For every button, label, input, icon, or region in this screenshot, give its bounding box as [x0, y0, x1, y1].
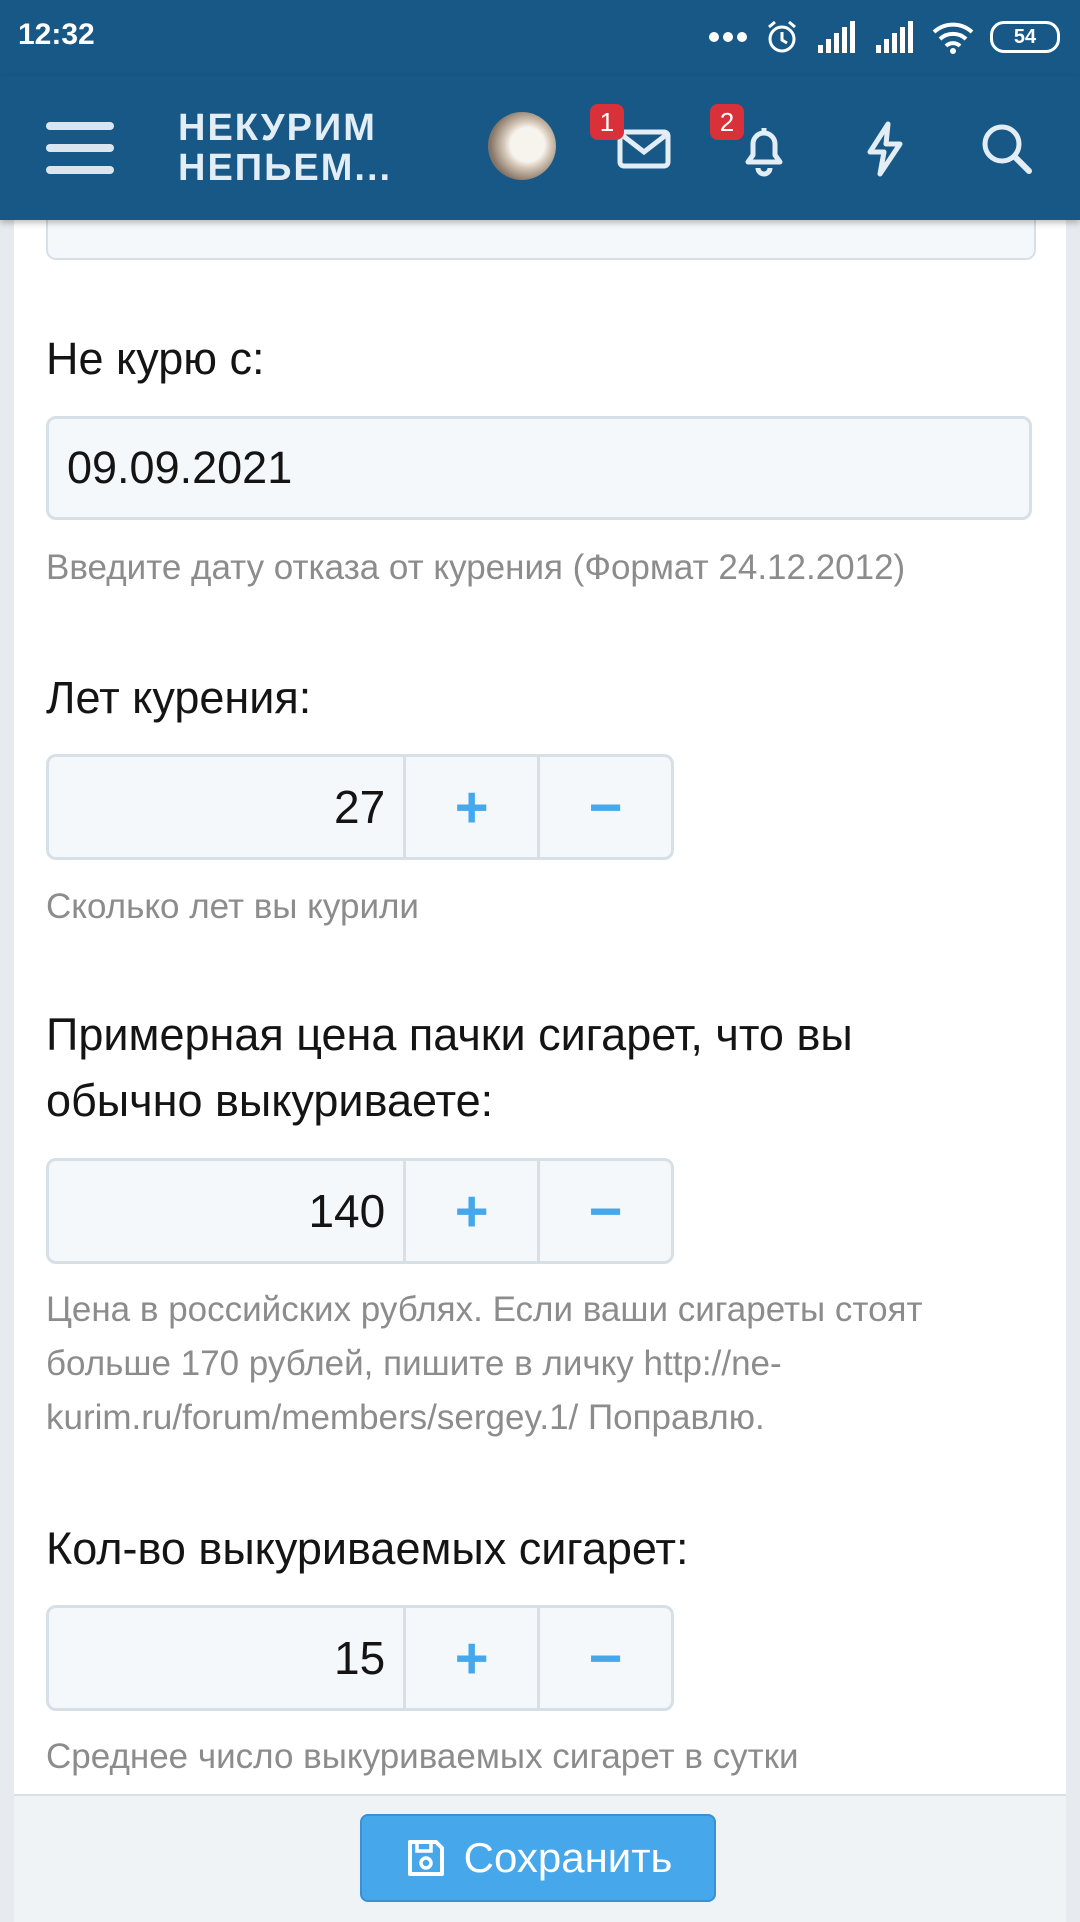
lightning-icon — [867, 121, 903, 177]
search-button[interactable] — [974, 116, 1038, 180]
years-smoking-minus-button[interactable]: − — [537, 757, 671, 857]
quit-date-label: Не курю с: — [46, 333, 265, 384]
previous-field-input[interactable] — [46, 220, 1036, 260]
wifi-icon — [932, 22, 974, 54]
whats-new-button[interactable] — [852, 116, 916, 180]
status-bar: 12:32 54 — [0, 0, 1080, 76]
quit-date-hint: Введите дату отказа от курения (Формат 2… — [46, 548, 906, 587]
app-header: НЕКУРИМ НЕПЬЕМ... 1 2 — [0, 76, 1080, 220]
years-smoking-stepper: 27 + − — [46, 754, 674, 860]
avatar[interactable] — [488, 112, 556, 180]
cigarettes-count-minus-button[interactable]: − — [537, 1608, 671, 1708]
alerts-button[interactable]: 2 — [710, 104, 796, 180]
quit-date-input[interactable]: 09.09.2021 — [46, 416, 1032, 520]
years-smoking-plus-button[interactable]: + — [406, 757, 537, 857]
logo-line-2: НЕПЬЕМ... — [178, 147, 393, 189]
battery-icon: 54 — [990, 21, 1060, 53]
cigarettes-count-input[interactable]: 15 — [49, 1608, 407, 1708]
cigarettes-count-label: Кол-во выкуриваемых сигарет: — [46, 1523, 689, 1574]
search-icon — [982, 124, 1032, 174]
save-button[interactable]: Сохранить — [360, 1814, 716, 1902]
years-smoking-label: Лет курения: — [46, 672, 312, 723]
form-footer: Сохранить — [14, 1794, 1066, 1922]
pack-price-label: Примерная цена пачки сигарет, что вы обы… — [46, 1009, 853, 1126]
profile-form: Не курю с: 09.09.2021 Введите дату отказ… — [14, 220, 1066, 1795]
messages-button[interactable]: 1 — [590, 104, 676, 180]
pack-price-stepper: 140 + − — [46, 1158, 674, 1264]
cigarettes-count-plus-button[interactable]: + — [406, 1608, 537, 1708]
status-icons: 54 — [708, 16, 1060, 58]
signal-icon — [876, 21, 913, 53]
pack-price-plus-button[interactable]: + — [406, 1161, 537, 1261]
cigarettes-count-hint: Среднее число выкуриваемых сигарет в сут… — [46, 1737, 799, 1776]
pack-price-input[interactable]: 140 — [49, 1161, 407, 1261]
alarm-icon — [768, 20, 796, 53]
years-smoking-input[interactable]: 27 — [49, 757, 407, 857]
save-button-label: Сохранить — [463, 1834, 673, 1881]
more-dots-icon — [709, 32, 747, 42]
cigarettes-count-stepper: 15 + − — [46, 1605, 674, 1711]
signal-icon — [818, 21, 855, 53]
logo-line-1: НЕКУРИМ — [178, 107, 377, 149]
pack-price-minus-button[interactable]: − — [537, 1161, 671, 1261]
pack-price-hint: Цена в российских рублях. Если ваши сига… — [46, 1290, 923, 1437]
menu-icon[interactable] — [46, 118, 116, 178]
site-logo[interactable]: НЕКУРИМ НЕПЬЕМ... — [178, 108, 392, 188]
status-time: 12:32 — [18, 18, 95, 51]
years-smoking-hint: Сколько лет вы курили — [46, 887, 419, 926]
save-icon — [407, 1840, 444, 1876]
messages-badge: 1 — [590, 104, 624, 140]
alerts-badge: 2 — [710, 104, 744, 140]
